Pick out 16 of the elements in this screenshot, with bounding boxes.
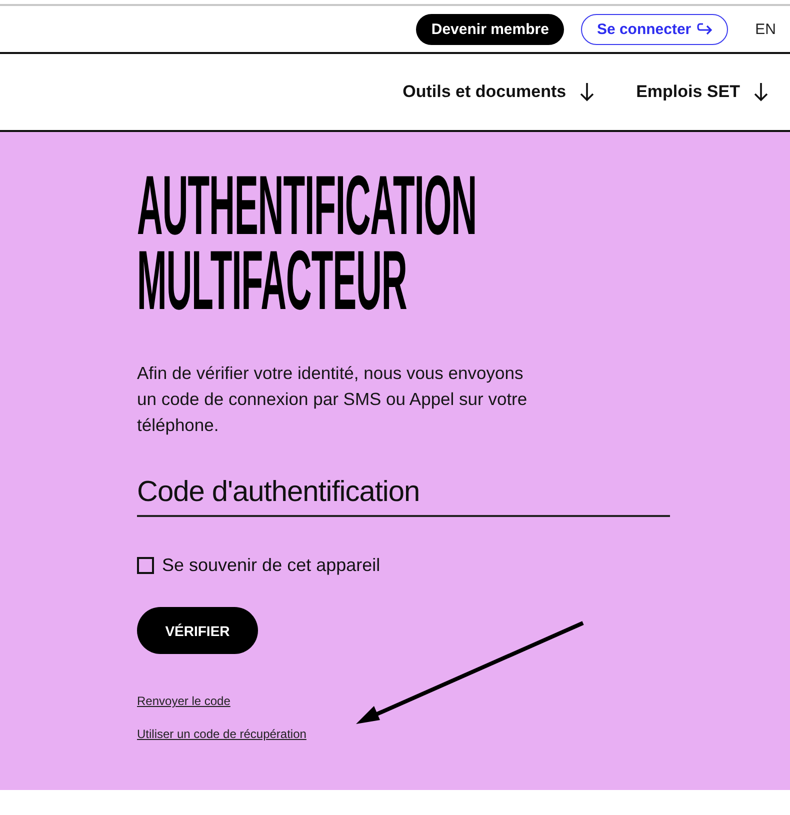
- verify-button[interactable]: VÉRIFIER: [137, 607, 258, 654]
- nav-menu-item[interactable]: Emplois SET: [636, 82, 740, 102]
- login-button[interactable]: Se connecter: [580, 14, 728, 44]
- language-link[interactable]: EN: [755, 20, 776, 38]
- remember-label: Se souvenir de cet appareil: [162, 555, 380, 576]
- nav-menu-item[interactable]: Outils et documents: [402, 82, 566, 102]
- down-arrow-icon: [754, 82, 768, 102]
- join-button[interactable]: Devenir membre: [416, 14, 564, 44]
- text-link[interactable]: Utiliser un code de récupération: [137, 727, 306, 741]
- description-text: Afin de vérifier votre identité, nous vous envoyons un code de connexion par SMS ou Appel sur votre téléphone.: [137, 362, 528, 437]
- login-arrow-icon: [697, 22, 714, 36]
- text-link[interactable]: Renvoyer le code: [137, 694, 230, 708]
- down-arrow-icon: [580, 82, 594, 102]
- remember-checkbox[interactable]: [137, 557, 154, 574]
- code-input-field[interactable]: Code d'authentification: [137, 472, 670, 517]
- page-title: AUTHENTIFICATION MULTIFACTEUR: [137, 168, 478, 318]
